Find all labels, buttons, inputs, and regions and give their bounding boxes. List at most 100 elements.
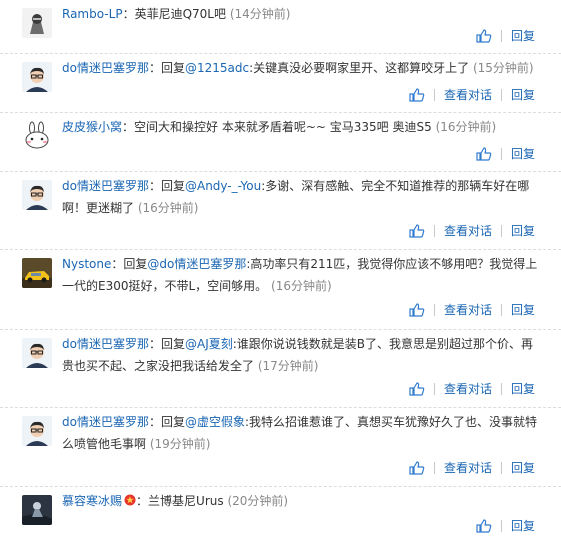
comment-item: 慕容寒冰赐 ：兰博基尼Urus (20分钟前) 回复 xyxy=(0,487,561,540)
thumbs-up-icon[interactable] xyxy=(476,146,492,162)
comment-actions: 回复 xyxy=(476,145,535,162)
comment-body: 慕容寒冰赐 ：兰博基尼Urus (20分钟前) xyxy=(62,490,542,512)
view-dialog-link[interactable]: 查看对话 xyxy=(444,459,492,476)
mention-link[interactable]: @AJ夏刻 xyxy=(185,337,233,351)
username-link[interactable]: do情迷巴塞罗那 xyxy=(62,337,149,351)
comment-body: Nystone：回复@do情迷巴塞罗那:高功率只有211匹，我觉得你应该不够用吧… xyxy=(62,253,542,297)
comment-actions: 查看对话 回复 xyxy=(409,86,535,103)
divider xyxy=(433,224,435,237)
comment-actions: 查看对话 回复 xyxy=(409,222,535,239)
thumbs-up-icon[interactable] xyxy=(476,28,492,44)
mention-link[interactable]: @虚空假象 xyxy=(185,415,245,429)
view-dialog-link[interactable]: 查看对话 xyxy=(444,380,492,397)
thumbs-up-icon[interactable] xyxy=(409,381,425,397)
username-link[interactable]: do情迷巴塞罗那 xyxy=(62,61,149,75)
divider xyxy=(500,224,502,237)
car-icon[interactable] xyxy=(22,258,52,288)
comment-time: (14分钟前) xyxy=(229,7,291,21)
comment-actions: 回复 xyxy=(476,517,535,534)
comment-actions: 查看对话 回复 xyxy=(409,380,535,397)
divider xyxy=(500,461,502,474)
reply-prefix: ： xyxy=(122,120,135,134)
comment-item: Rambo-LP：英菲尼迪Q70L吧 (14分钟前) 回复 xyxy=(0,0,561,54)
comment-body: do情迷巴塞罗那：回复@1215adc:关键真没必要啊家里开、这都算咬牙上了 (… xyxy=(62,57,542,79)
comment-time: (17分钟前) xyxy=(257,359,319,373)
view-dialog-link[interactable]: 查看对话 xyxy=(444,301,492,318)
comment-body: 皮皮猴小窝：空间大和操控好 本来就矛盾着呢~~ 宝马335吧 奥迪S5 (16分… xyxy=(62,116,542,138)
comment-item: do情迷巴塞罗那：回复@Andy-_-You:多谢、深有感触、完全不知道推荐的那… xyxy=(0,172,561,250)
mention-link[interactable]: @1215adc xyxy=(185,61,249,75)
comment-time: (16分钟前) xyxy=(271,279,332,293)
comment-actions: 回复 xyxy=(476,27,535,44)
username-link[interactable]: do情迷巴塞罗那 xyxy=(62,415,149,429)
rider-icon[interactable] xyxy=(22,495,52,525)
comment-time: (16分钟前) xyxy=(137,201,199,215)
reply-link[interactable]: 回复 xyxy=(511,86,535,103)
comment-text: :关键真没必要啊家里开、这都算咬牙上了 xyxy=(249,61,470,75)
mention-link[interactable]: @Andy-_-You xyxy=(185,179,261,193)
comment-actions: 查看对话 回复 xyxy=(409,459,535,476)
divider xyxy=(433,303,435,316)
man-glasses-icon[interactable] xyxy=(22,338,52,368)
comment-item: do情迷巴塞罗那：回复@虚空假象:我特么招谁惹谁了、真想买车犹豫好久了也、没事就… xyxy=(0,408,561,487)
medal-icon xyxy=(124,491,136,506)
mention-link[interactable]: @do情迷巴塞罗那 xyxy=(147,257,246,271)
comment-text: 英菲尼迪Q70L吧 xyxy=(134,7,226,21)
divider xyxy=(500,88,502,101)
reply-link[interactable]: 回复 xyxy=(511,222,535,239)
view-dialog-link[interactable]: 查看对话 xyxy=(444,222,492,239)
reply-link[interactable]: 回复 xyxy=(511,301,535,318)
reply-link[interactable]: 回复 xyxy=(511,380,535,397)
thumbs-up-icon[interactable] xyxy=(409,460,425,476)
reply-prefix: ：回复 xyxy=(148,179,185,193)
racer-icon[interactable] xyxy=(22,8,52,38)
username-link[interactable]: Rambo-LP xyxy=(62,7,123,21)
divider xyxy=(500,519,502,532)
comment-text: 兰博基尼Urus xyxy=(148,494,224,508)
divider xyxy=(433,461,435,474)
comment-time: (15分钟前) xyxy=(472,61,534,75)
comment-body: do情迷巴塞罗那：回复@Andy-_-You:多谢、深有感触、完全不知道推荐的那… xyxy=(62,175,542,219)
comment-item: do情迷巴塞罗那：回复@1215adc:关键真没必要啊家里开、这都算咬牙上了 (… xyxy=(0,54,561,113)
username-link[interactable]: do情迷巴塞罗那 xyxy=(62,179,149,193)
divider xyxy=(433,382,435,395)
reply-prefix: ：回复 xyxy=(111,257,148,271)
comment-text: 空间大和操控好 本来就矛盾着呢~~ 宝马335吧 奥迪S5 xyxy=(134,120,432,134)
reply-prefix: ：回复 xyxy=(148,61,185,75)
divider xyxy=(500,147,502,160)
comment-body: Rambo-LP：英菲尼迪Q70L吧 (14分钟前) xyxy=(62,3,542,25)
reply-prefix: ： xyxy=(136,494,149,508)
reply-link[interactable]: 回复 xyxy=(511,27,535,44)
comment-body: do情迷巴塞罗那：回复@AJ夏刻:谁跟你说说钱数就是装B了、我意思是别超过那个价… xyxy=(62,333,542,377)
thumbs-up-icon[interactable] xyxy=(476,518,492,534)
thumbs-up-icon[interactable] xyxy=(409,302,425,318)
view-dialog-link[interactable]: 查看对话 xyxy=(444,86,492,103)
comment-time: (20分钟前) xyxy=(227,494,289,508)
username-link[interactable]: Nystone xyxy=(62,257,111,271)
reply-prefix: ：回复 xyxy=(148,337,185,351)
thumbs-up-icon[interactable] xyxy=(409,87,425,103)
man-glasses-icon[interactable] xyxy=(22,62,52,92)
comment-time: (16分钟前) xyxy=(435,120,497,134)
divider xyxy=(433,88,435,101)
divider xyxy=(500,382,502,395)
comment-item: do情迷巴塞罗那：回复@AJ夏刻:谁跟你说说钱数就是装B了、我意思是别超过那个价… xyxy=(0,330,561,408)
comment-actions: 查看对话 回复 xyxy=(409,301,535,318)
bunny-icon[interactable] xyxy=(22,121,52,151)
man-glasses-icon[interactable] xyxy=(22,416,52,446)
comment-body: do情迷巴塞罗那：回复@虚空假象:我特么招谁惹谁了、真想买车犹豫好久了也、没事就… xyxy=(62,411,542,455)
username-link[interactable]: 皮皮猴小窝 xyxy=(62,120,122,134)
reply-prefix: ：回复 xyxy=(148,415,185,429)
reply-link[interactable]: 回复 xyxy=(511,517,535,534)
thumbs-up-icon[interactable] xyxy=(409,223,425,239)
divider xyxy=(500,303,502,316)
comment-item: 皮皮猴小窝：空间大和操控好 本来就矛盾着呢~~ 宝马335吧 奥迪S5 (16分… xyxy=(0,113,561,172)
man-glasses-icon[interactable] xyxy=(22,180,52,210)
reply-link[interactable]: 回复 xyxy=(511,145,535,162)
comment-item: Nystone：回复@do情迷巴塞罗那:高功率只有211匹，我觉得你应该不够用吧… xyxy=(0,250,561,330)
username-link[interactable]: 慕容寒冰赐 xyxy=(62,494,122,508)
comment-feed: Rambo-LP：英菲尼迪Q70L吧 (14分钟前) 回复 do情迷巴塞罗那：回复@… xyxy=(0,0,561,540)
divider xyxy=(500,29,502,42)
comment-time: (19分钟前) xyxy=(149,437,211,451)
reply-link[interactable]: 回复 xyxy=(511,459,535,476)
